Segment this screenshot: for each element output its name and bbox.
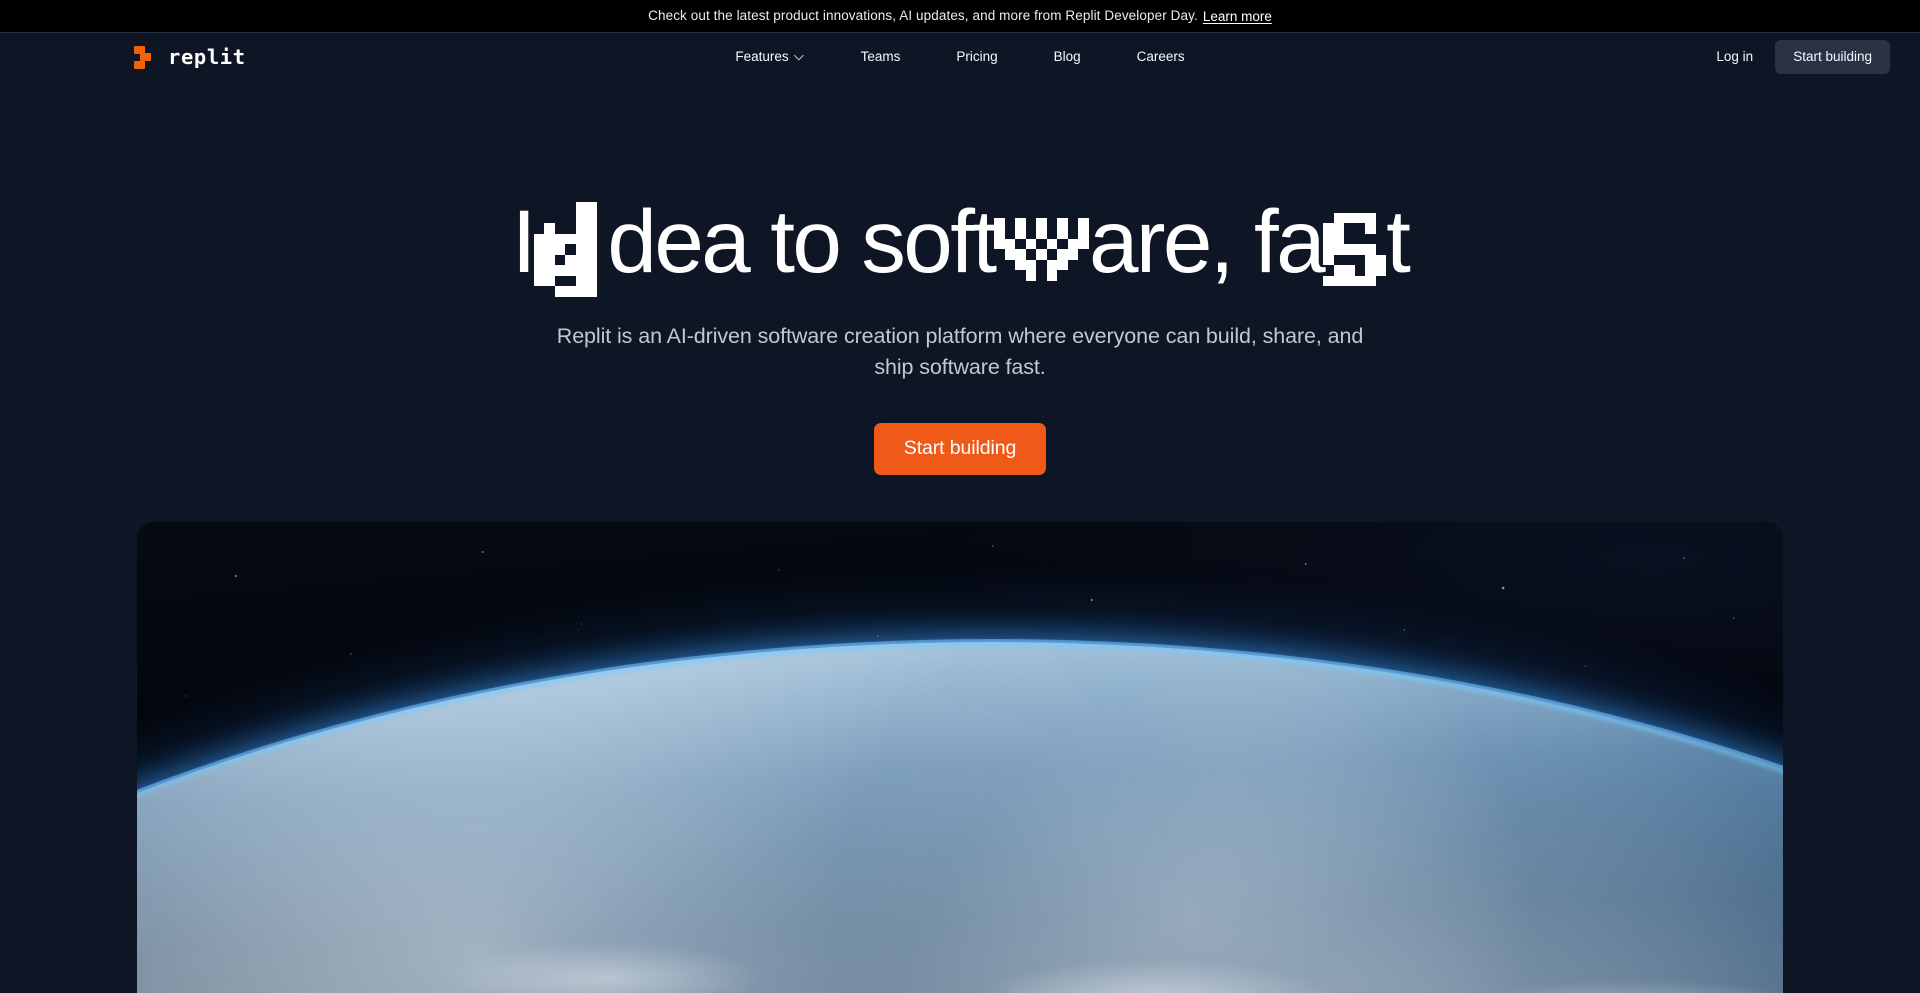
chevron-down-icon <box>796 52 805 61</box>
hero-headline: Idea to soft are, fa t <box>0 189 1920 297</box>
header-actions: Log in Start building <box>1700 40 1890 74</box>
hero-headline-segment-1: I <box>511 190 537 291</box>
nav-item-features-label: Features <box>735 49 789 65</box>
nav-item-careers-label: Careers <box>1136 49 1185 65</box>
nav-item-teams[interactable]: Teams <box>833 43 929 71</box>
nav-item-blog-label: Blog <box>1053 49 1081 65</box>
nav-item-pricing-label: Pricing <box>956 49 998 65</box>
replit-logo-wordmark: replit <box>168 44 246 69</box>
nav-item-features[interactable]: Features <box>707 43 832 71</box>
hero-media-panel <box>137 521 1783 993</box>
replit-logo-mark-icon <box>134 45 157 69</box>
nav-item-careers[interactable]: Careers <box>1109 43 1213 71</box>
site-header: replit Features Teams Pricing Blog Caree… <box>0 33 1920 81</box>
hero-headline-segment-3: are, fa <box>1088 190 1326 291</box>
login-link[interactable]: Log in <box>1700 42 1769 72</box>
hero-start-building-button[interactable]: Start building <box>873 423 1047 475</box>
nav-item-pricing[interactable]: Pricing <box>928 43 1025 71</box>
hero-cta-container: Start building <box>0 423 1920 475</box>
hero-headline-segment-2: dea to soft <box>607 190 997 291</box>
replit-logo[interactable]: replit <box>134 44 246 69</box>
announcement-learn-more-link[interactable]: Learn more <box>1203 9 1272 24</box>
hero-headline-glitch-d <box>533 202 608 297</box>
nav-item-blog[interactable]: Blog <box>1026 43 1109 71</box>
hero-headline-glitch-w <box>994 217 1089 281</box>
hero-section: Idea to soft are, fa t Replit is an AI-dri… <box>0 81 1920 475</box>
hero-headline-segment-4: t <box>1386 190 1411 291</box>
header-start-building-button[interactable]: Start building <box>1775 40 1890 74</box>
announcement-banner: Check out the latest product innovations… <box>0 0 1920 33</box>
earth-from-orbit-image <box>137 521 1783 993</box>
main-navigation: Features Teams Pricing Blog Careers <box>707 43 1212 71</box>
hero-headline-glitch-s <box>1323 212 1387 287</box>
hero-subtitle: Replit is an AI-driven software creation… <box>556 324 1364 380</box>
announcement-text: Check out the latest product innovations… <box>648 8 1198 24</box>
nav-item-teams-label: Teams <box>860 49 901 65</box>
